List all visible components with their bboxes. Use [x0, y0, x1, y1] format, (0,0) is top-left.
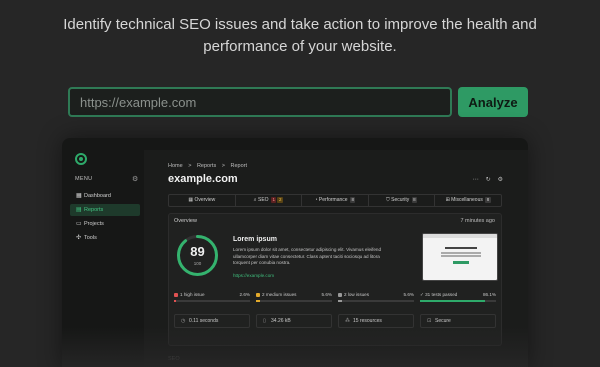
overview-title: Overview [174, 218, 197, 224]
sidebar-item-tools[interactable]: ✣ Tools [70, 232, 140, 244]
hero-line-1: Identify technical SEO issues and take a… [63, 16, 537, 33]
toolbar-icons: ⋯↻⚙ [473, 176, 510, 183]
stat-page-size: ▯ 34.26 kB [256, 314, 332, 328]
breadcrumb-separator: > [221, 163, 225, 169]
tab-overview[interactable]: ▦ Overview [169, 195, 236, 206]
sidebar-item-projects[interactable]: ▭ Projects [70, 218, 140, 230]
sidebar-item-label: Projects [84, 221, 104, 227]
analyze-button[interactable]: Analyze [458, 87, 528, 117]
stat-value: Secure [435, 318, 451, 324]
stat-security: ⊡ Secure [420, 314, 496, 328]
issue-high: 1 high issue 2.6% [174, 292, 250, 304]
issue-percent: 86.1% [482, 292, 496, 297]
report-tabs: ▦ Overview ⌕ SEO 12 ◔ Performance 8 ⛉ Se… [168, 194, 502, 207]
resources-icon: ⁂ [345, 318, 350, 324]
app-preview: MENU ⚙ ▦ Dashboard ▤ Reports ▭ Projects ✣ To… [62, 138, 528, 367]
issue-percent: 5.6% [321, 292, 332, 297]
wrench-icon: ✣ [76, 235, 82, 241]
issue-label: ✓ 31 tests passed [420, 292, 458, 297]
score-value: 89 [190, 244, 205, 259]
tab-label: Security [391, 197, 410, 203]
breadcrumb: Home > Reports > Report [168, 163, 251, 169]
issue-label: 1 high issue [180, 292, 205, 297]
issue-percent: 2.6% [239, 292, 250, 297]
sidebar-item-dashboard[interactable]: ▦ Dashboard [70, 190, 140, 202]
more-icon[interactable]: ⋯ [473, 177, 486, 183]
tab-badge: 8 [349, 197, 356, 203]
issue-bar [338, 300, 343, 302]
issue-low: 2 low issues 5.6% [338, 292, 414, 304]
issue-track [420, 300, 496, 302]
stat-resources: ⁂ 15 resources [338, 314, 414, 328]
refresh-icon[interactable]: ↻ [486, 177, 498, 183]
hero-description: Identify technical SEO issues and take a… [40, 14, 560, 58]
tab-label: Performance [318, 197, 348, 203]
issue-passed: ✓ 31 tests passed 86.1% [420, 292, 496, 304]
overview-card: Overview 7 minutes ago 89 100 Lorem ipsu… [168, 213, 502, 346]
tab-badge: 8 [411, 197, 418, 203]
site-link[interactable]: https://example.com [233, 273, 274, 278]
issue-summary: 1 high issue 2.6% 2 medium issues 5.6% 2… [174, 292, 496, 304]
issue-track [338, 300, 414, 302]
tab-badge: 1 [270, 197, 277, 203]
sidebar-item-label: Dashboard [84, 193, 111, 199]
medium-issue-icon [256, 292, 260, 297]
tab-miscellaneous[interactable]: ⊞ Miscellaneous 8 [435, 195, 501, 206]
clock-icon: ◷ [181, 318, 186, 324]
chart-icon: ▤ [76, 207, 82, 213]
low-issue-icon [338, 292, 342, 297]
issue-track [256, 300, 332, 302]
tab-label: Overview [194, 197, 216, 203]
breadcrumb-reports[interactable]: Reports [197, 163, 216, 169]
settings-icon[interactable]: ⚙ [498, 177, 510, 183]
breadcrumb-separator: > [188, 163, 192, 169]
issue-percent: 5.6% [403, 292, 414, 297]
issue-track [174, 300, 250, 302]
breadcrumb-report: Report [230, 163, 248, 169]
stats-row: ◷ 0.11 seconds ▯ 34.26 kB ⁂ 15 resources ⊡ S… [174, 314, 496, 328]
issue-bar [420, 300, 486, 302]
issue-label: 2 low issues [344, 292, 370, 297]
issue-medium: 2 medium issues 5.6% [256, 292, 332, 304]
stat-load-time: ◷ 0.11 seconds [174, 314, 250, 328]
tab-seo[interactable]: ⌕ SEO 12 [236, 195, 303, 206]
menu-label: MENU [75, 176, 93, 182]
grid-icon: ▦ [76, 193, 82, 199]
lock-icon: ⊡ [427, 318, 432, 324]
section-label: SEO [168, 356, 180, 362]
gear-icon[interactable]: ⚙ [132, 175, 138, 183]
url-input[interactable] [68, 87, 452, 117]
tab-label: Miscellaneous [451, 197, 483, 203]
timestamp: 7 minutes ago [460, 218, 495, 224]
high-issue-icon [174, 292, 178, 297]
page-title: example.com [168, 173, 238, 185]
site-screenshot [422, 233, 498, 281]
stat-value: 15 resources [353, 318, 382, 324]
tab-badge: 8 [485, 197, 491, 203]
breadcrumb-home[interactable]: Home [168, 163, 183, 169]
stat-value: 34.26 kB [271, 318, 291, 324]
folder-icon: ▭ [76, 221, 82, 227]
tab-label: SEO [258, 197, 269, 203]
issue-bar [174, 300, 176, 302]
file-icon: ▯ [263, 318, 266, 324]
stat-value: 0.11 seconds [189, 318, 219, 324]
sidebar-item-label: Reports [84, 207, 104, 213]
logo-icon [75, 153, 87, 165]
tab-security[interactable]: ⛉ Security 8 [369, 195, 436, 206]
issue-label: 2 medium issues [262, 292, 297, 297]
tab-performance[interactable]: ◔ Performance 8 [302, 195, 369, 206]
summary-body: Lorem ipsum dolor sit amet, consectetur … [233, 247, 382, 265]
summary-title: Lorem ipsum [233, 236, 277, 243]
tab-badge: 2 [277, 197, 283, 203]
main-panel: Home > Reports > Report example.com ⋯↻⚙ … [144, 150, 528, 367]
sidebar-item-reports[interactable]: ▤ Reports [70, 204, 140, 216]
sidebar-item-label: Tools [84, 235, 97, 241]
score-max: 100 [193, 261, 202, 266]
issue-bar [256, 300, 261, 302]
hero-line-2: performance of your website. [203, 38, 397, 55]
